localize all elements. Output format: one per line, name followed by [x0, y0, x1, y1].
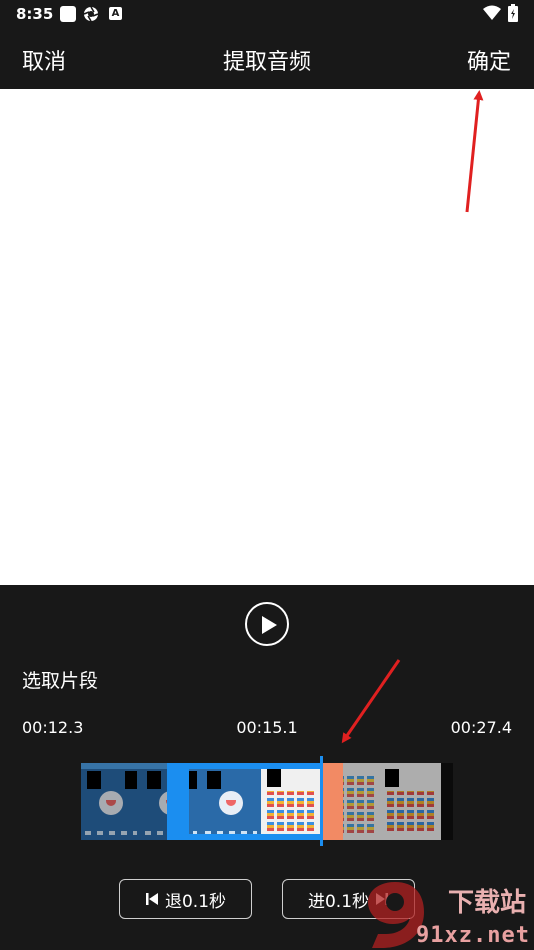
status-bar: 8:35 A: [0, 0, 534, 28]
video-preview[interactable]: [0, 89, 534, 585]
step-forward-button[interactable]: 进0.1秒: [282, 879, 415, 919]
play-button[interactable]: [245, 602, 289, 646]
step-back-label: 退0.1秒: [164, 891, 227, 912]
selection-right-handle[interactable]: [321, 763, 343, 840]
wifi-icon: [483, 5, 501, 20]
step-forward-label: 进0.1秒: [307, 891, 370, 912]
camera-shutter-icon: [83, 6, 99, 22]
confirm-button[interactable]: 确定: [467, 44, 511, 76]
watermark-site: 91xz.net: [416, 923, 530, 948]
clip-selection[interactable]: [167, 763, 343, 840]
page-title: 提取音频: [222, 50, 311, 75]
skip-forward-icon: [376, 893, 389, 905]
notification-square-icon: [60, 6, 76, 22]
play-icon: [262, 616, 277, 634]
battery-charging-icon: [508, 4, 518, 22]
section-label: 选取片段: [22, 670, 99, 692]
title-bar: 取消 提取音频 确定: [0, 28, 534, 88]
end-time: 00:27.4: [450, 718, 512, 737]
a-badge-icon: A: [109, 7, 122, 20]
app-window: 8:35 A 取消 提取音频 确定 选取片段 00:12.3 00:15.1 0…: [0, 0, 534, 950]
selection-left-handle[interactable]: [167, 763, 343, 840]
watermark-cn: 下载站: [447, 888, 526, 918]
step-back-button[interactable]: 退0.1秒: [119, 879, 252, 919]
skip-back-icon: [145, 893, 158, 905]
timeline-frame: [81, 763, 141, 840]
timeline-frame: [381, 763, 441, 840]
status-time: 8:35: [16, 5, 54, 23]
playhead-marker[interactable]: [320, 756, 323, 846]
